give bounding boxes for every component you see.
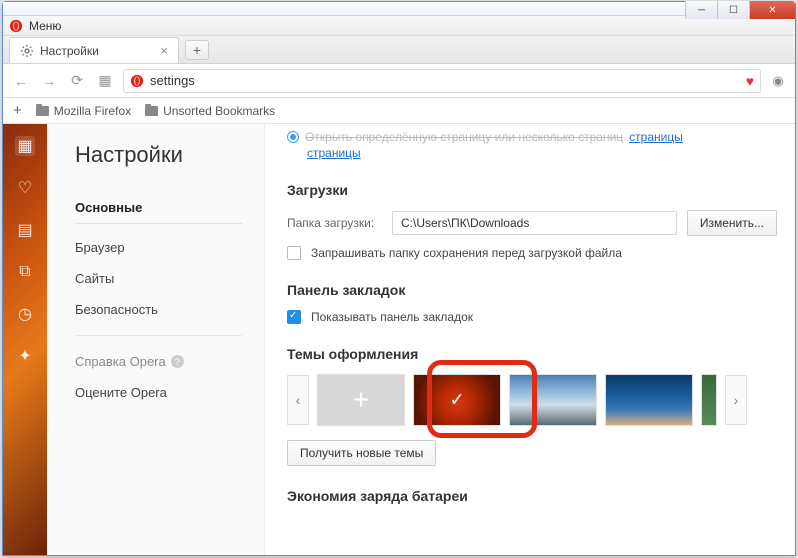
download-folder-row: Папка загрузки: Изменить...	[287, 210, 777, 236]
ask-before-label: Запрашивать папку сохранения перед загру…	[311, 246, 622, 260]
nav-security[interactable]: Безопасность	[75, 294, 242, 325]
new-tab-button[interactable]: +	[185, 40, 209, 60]
help-icon: ?	[171, 355, 184, 368]
nav-basic[interactable]: Основные	[75, 192, 242, 224]
settings-nav: Настройки Основные Браузер Сайты Безопас…	[47, 124, 265, 555]
sidebar-rail: ▦ ♡ ▤ ⧉ ◷ ✦	[3, 124, 47, 555]
bookmark-folder-firefox[interactable]: Mozilla Firefox	[36, 104, 131, 118]
themes-carousel: ‹ + ✓ ›	[287, 374, 777, 426]
settings-title: Настройки	[75, 142, 242, 168]
bookmarks-panel-heading: Панель закладок	[287, 282, 777, 298]
show-bookmarks-label: Показывать панель закладок	[311, 310, 473, 324]
themes-prev-button[interactable]: ‹	[287, 375, 309, 425]
opera-logo-icon[interactable]	[9, 19, 23, 33]
downloads-section: Загрузки Папка загрузки: Изменить... Зап…	[287, 182, 777, 260]
theme-tile-flower[interactable]: ✓	[413, 374, 501, 426]
download-folder-input[interactable]	[392, 211, 677, 235]
content-area: ▦ ♡ ▤ ⧉ ◷ ✦ Настройки Основные Браузер С…	[3, 124, 795, 555]
tab-close-icon[interactable]: ×	[160, 43, 168, 58]
theme-tile-partial[interactable]	[701, 374, 717, 426]
opera-badge-icon	[130, 74, 144, 88]
rail-extensions-icon[interactable]: ✦	[15, 346, 35, 366]
tab-settings[interactable]: Настройки ×	[9, 37, 179, 63]
battery-heading: Экономия заряда батареи	[287, 488, 777, 504]
theme-tile-sky[interactable]	[605, 374, 693, 426]
show-bookmarks-checkbox[interactable]	[287, 310, 301, 324]
check-icon: ✓	[449, 390, 464, 411]
rail-tabs-icon[interactable]: ⧉	[15, 262, 35, 282]
nav-sites[interactable]: Сайты	[75, 263, 242, 294]
downloads-heading: Загрузки	[287, 182, 777, 198]
nav-separator	[75, 335, 242, 336]
window-controls: ─ ☐ ✕	[685, 1, 795, 19]
battery-section: Экономия заряда батареи	[287, 488, 777, 504]
startup-option-row: Открыть определённую страницу или нескол…	[287, 130, 777, 144]
rail-heart-icon[interactable]: ♡	[15, 178, 35, 198]
nav-help[interactable]: Справка Opera ?	[75, 346, 242, 377]
sync-icon[interactable]: ◉	[769, 72, 787, 90]
theme-add-tile[interactable]: +	[317, 374, 405, 426]
themes-section: Темы оформления ‹ + ✓ › Получить новые т…	[287, 346, 777, 466]
get-themes-button[interactable]: Получить новые темы	[287, 440, 436, 466]
bookmarks-bar: + Mozilla Firefox Unsorted Bookmarks	[3, 98, 795, 124]
menu-bar: Меню	[3, 16, 795, 36]
nav-rate[interactable]: Оцените Opera	[75, 377, 242, 408]
address-bar: ← → ⟳ ▦ ♥ ◉	[3, 64, 795, 98]
download-folder-label: Папка загрузки:	[287, 216, 382, 230]
address-input-wrap: ♥	[123, 69, 761, 93]
nav-browser[interactable]: Браузер	[75, 232, 242, 263]
gear-icon	[20, 44, 34, 58]
themes-heading: Темы оформления	[287, 346, 777, 362]
bookmarks-panel-section: Панель закладок Показывать панель заклад…	[287, 282, 777, 324]
folder-icon	[145, 106, 158, 116]
speed-dial-icon[interactable]: ▦	[95, 71, 115, 91]
browser-window: ─ ☐ ✕ Меню Настройки × + ← → ⟳ ▦ ♥	[2, 1, 796, 556]
tab-bar: Настройки × +	[3, 36, 795, 64]
tab-title: Настройки	[40, 44, 99, 58]
ask-before-row[interactable]: Запрашивать папку сохранения перед загру…	[287, 246, 777, 260]
reload-button[interactable]: ⟳	[67, 71, 87, 91]
minimize-button[interactable]: ─	[685, 1, 717, 19]
back-button[interactable]: ←	[11, 71, 31, 91]
rail-news-icon[interactable]: ▤	[15, 220, 35, 240]
change-folder-button[interactable]: Изменить...	[687, 210, 777, 236]
radio-checked-icon[interactable]	[287, 131, 299, 143]
rail-history-icon[interactable]: ◷	[15, 304, 35, 324]
show-bookmarks-row[interactable]: Показывать панель закладок	[287, 310, 777, 324]
menu-label[interactable]: Меню	[29, 19, 61, 33]
pages-link-cont[interactable]: страницы	[307, 146, 361, 160]
heart-icon[interactable]: ♥	[746, 73, 754, 89]
set-pages-link[interactable]: страницы	[629, 130, 683, 144]
rail-speed-dial-icon[interactable]: ▦	[15, 136, 35, 156]
themes-next-button[interactable]: ›	[725, 375, 747, 425]
bookmark-folder-unsorted[interactable]: Unsorted Bookmarks	[145, 104, 275, 118]
close-button[interactable]: ✕	[749, 1, 795, 19]
folder-icon	[36, 106, 49, 116]
ask-before-checkbox[interactable]	[287, 246, 301, 260]
forward-button[interactable]: →	[39, 71, 59, 91]
address-input[interactable]	[150, 73, 740, 88]
window-titlebar: ─ ☐ ✕	[3, 2, 795, 16]
settings-main: Открыть определённую страницу или нескол…	[265, 124, 795, 555]
theme-tile-mountains[interactable]	[509, 374, 597, 426]
maximize-button[interactable]: ☐	[717, 1, 749, 19]
add-bookmark-button[interactable]: +	[13, 102, 22, 119]
